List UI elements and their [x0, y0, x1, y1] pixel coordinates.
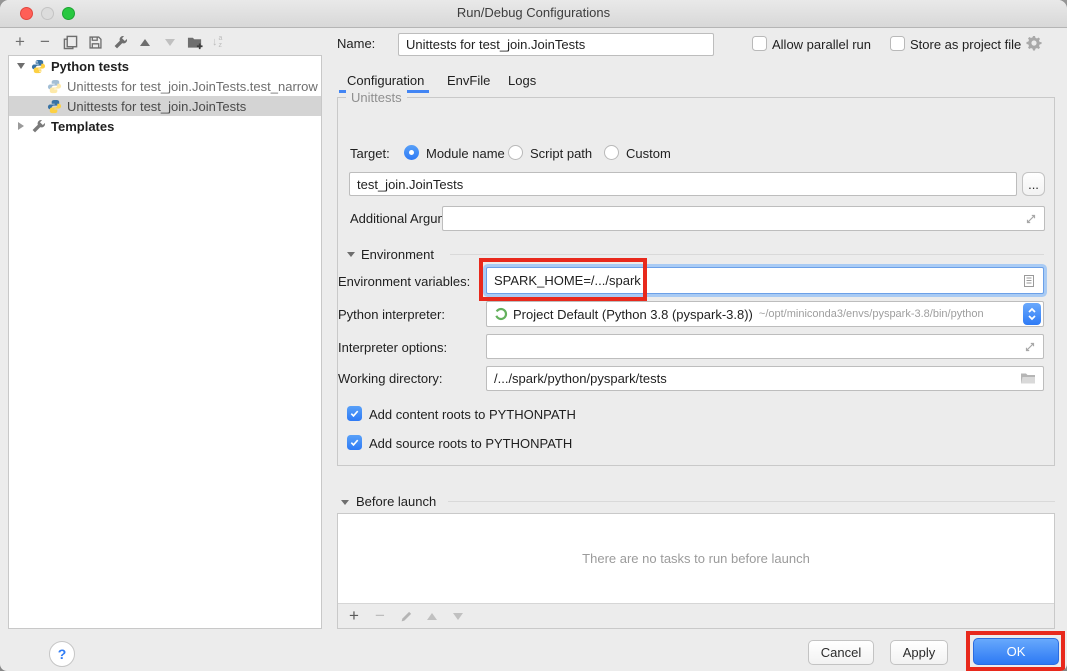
tab-envfile[interactable]: EnvFile — [447, 73, 490, 88]
dropdown-stepper-icon[interactable] — [1023, 303, 1041, 325]
help-button[interactable]: ? — [49, 641, 75, 667]
target-label: Target: — [350, 146, 390, 161]
environment-section-title: Environment — [361, 247, 434, 262]
target-module-value: test_join.JoinTests — [357, 177, 463, 192]
section-divider — [450, 254, 1044, 255]
working-directory-value: /.../spark/python/pyspark/tests — [494, 371, 667, 386]
gear-icon[interactable] — [1026, 35, 1042, 56]
radio-custom[interactable] — [604, 145, 619, 160]
move-task-up-icon — [424, 608, 440, 624]
remove-icon[interactable]: − — [37, 34, 53, 50]
python-test-icon — [47, 99, 62, 114]
environment-collapse-triangle[interactable] — [347, 252, 355, 257]
allow-parallel-run-label: Allow parallel run — [772, 37, 871, 52]
tree-item-label: Python tests — [51, 59, 129, 74]
ok-button[interactable]: OK — [973, 638, 1059, 665]
section-divider — [448, 501, 1055, 502]
wrench-icon — [31, 119, 46, 134]
tree-item-label: Unittests for test_join.JoinTests — [67, 99, 246, 114]
python-icon — [31, 59, 46, 74]
check-icon — [349, 408, 360, 419]
edit-templates-wrench-icon[interactable] — [112, 34, 128, 50]
tree-item-python-tests[interactable]: Python tests — [9, 56, 321, 76]
additional-arguments-input[interactable] — [442, 206, 1045, 231]
working-directory-input[interactable]: /.../spark/python/pyspark/tests — [486, 366, 1044, 391]
cancel-button[interactable]: Cancel — [808, 640, 874, 665]
browse-button[interactable]: ... — [1022, 172, 1045, 196]
before-launch-tasks-panel: There are no tasks to run before launch … — [337, 513, 1055, 629]
apply-button[interactable]: Apply — [890, 640, 948, 665]
expand-field-icon[interactable] — [1025, 213, 1037, 225]
tree-item-label: Templates — [51, 119, 114, 134]
save-icon[interactable] — [87, 34, 103, 50]
python-interpreter-value: Project Default (Python 3.8 (pyspark-3.8… — [513, 307, 753, 322]
expand-field-icon[interactable] — [1024, 341, 1036, 353]
allow-parallel-run-checkbox[interactable] — [752, 36, 767, 51]
folder-icon[interactable] — [1020, 372, 1036, 385]
add-task-icon[interactable]: + — [346, 608, 362, 624]
interpreter-options-label: Interpreter options: — [338, 340, 447, 355]
before-launch-toolbar: + − — [338, 603, 1054, 628]
radio-module-name-label: Module name — [426, 146, 505, 161]
window-title: Run/Debug Configurations — [0, 0, 1067, 26]
environment-variables-input[interactable]: SPARK_HOME=/.../spark — [486, 267, 1044, 294]
add-source-roots-checkbox[interactable] — [347, 435, 362, 450]
python-interpreter-select[interactable]: Project Default (Python 3.8 (pyspark-3.8… — [486, 301, 1044, 327]
working-directory-label: Working directory: — [338, 371, 443, 386]
configurations-toolbar: + − ↓az — [12, 33, 222, 51]
collapsed-triangle-icon[interactable] — [18, 122, 24, 130]
add-icon[interactable]: + — [12, 34, 28, 50]
move-down-icon — [162, 34, 178, 50]
unittests-section-title: Unittests — [346, 90, 407, 105]
run-debug-configurations-dialog: Run/Debug Configurations + − ↓az Python … — [0, 0, 1067, 671]
before-launch-section-title: Before launch — [356, 494, 436, 509]
environment-variables-value: SPARK_HOME=/.../spark — [494, 273, 641, 288]
no-tasks-message: There are no tasks to run before launch — [338, 514, 1054, 603]
tree-item-label: Unittests for test_join.JoinTests.test_n… — [67, 79, 318, 94]
interpreter-options-input[interactable] — [486, 334, 1044, 359]
move-task-down-icon — [450, 608, 466, 624]
sort-alphabetically-icon: ↓az — [212, 35, 222, 49]
python-interpreter-label: Python interpreter: — [338, 307, 445, 322]
edit-task-icon — [398, 608, 414, 624]
add-content-roots-label: Add content roots to PYTHONPATH — [369, 407, 576, 422]
conda-environment-icon — [494, 307, 508, 321]
check-icon — [349, 437, 360, 448]
radio-module-name[interactable] — [404, 145, 419, 160]
name-label: Name: — [337, 36, 375, 51]
name-input[interactable] — [398, 33, 714, 56]
copy-icon[interactable] — [62, 34, 78, 50]
python-interpreter-path: ~/opt/miniconda3/envs/pyspark-3.8/bin/py… — [759, 308, 984, 320]
tree-item-unittests-jointests-selected[interactable]: Unittests for test_join.JoinTests — [9, 96, 321, 116]
move-up-icon[interactable] — [137, 34, 153, 50]
radio-custom-label: Custom — [626, 146, 671, 161]
environment-variables-label: Environment variables: — [338, 274, 470, 289]
add-content-roots-checkbox[interactable] — [347, 406, 362, 421]
python-test-icon — [47, 79, 62, 94]
new-folder-icon[interactable] — [187, 34, 203, 50]
configurations-tree: Python tests Unittests for test_join.Joi… — [8, 55, 322, 629]
radio-script-path[interactable] — [508, 145, 523, 160]
tree-item-templates[interactable]: Templates — [9, 116, 321, 136]
expanded-triangle-icon[interactable] — [17, 63, 25, 69]
tree-item-unittests-test-narrow[interactable]: Unittests for test_join.JoinTests.test_n… — [9, 76, 321, 96]
store-as-project-file-checkbox[interactable] — [890, 36, 905, 51]
add-source-roots-label: Add source roots to PYTHONPATH — [369, 436, 572, 451]
store-as-project-file-label: Store as project file — [910, 37, 1021, 52]
remove-task-icon: − — [372, 608, 388, 624]
target-module-input[interactable]: test_join.JoinTests — [349, 172, 1017, 196]
before-launch-collapse-triangle[interactable] — [341, 500, 349, 505]
radio-script-path-label: Script path — [530, 146, 592, 161]
browse-variables-icon[interactable] — [1022, 274, 1036, 288]
tab-logs[interactable]: Logs — [508, 73, 536, 88]
tab-configuration[interactable]: Configuration — [347, 73, 424, 88]
